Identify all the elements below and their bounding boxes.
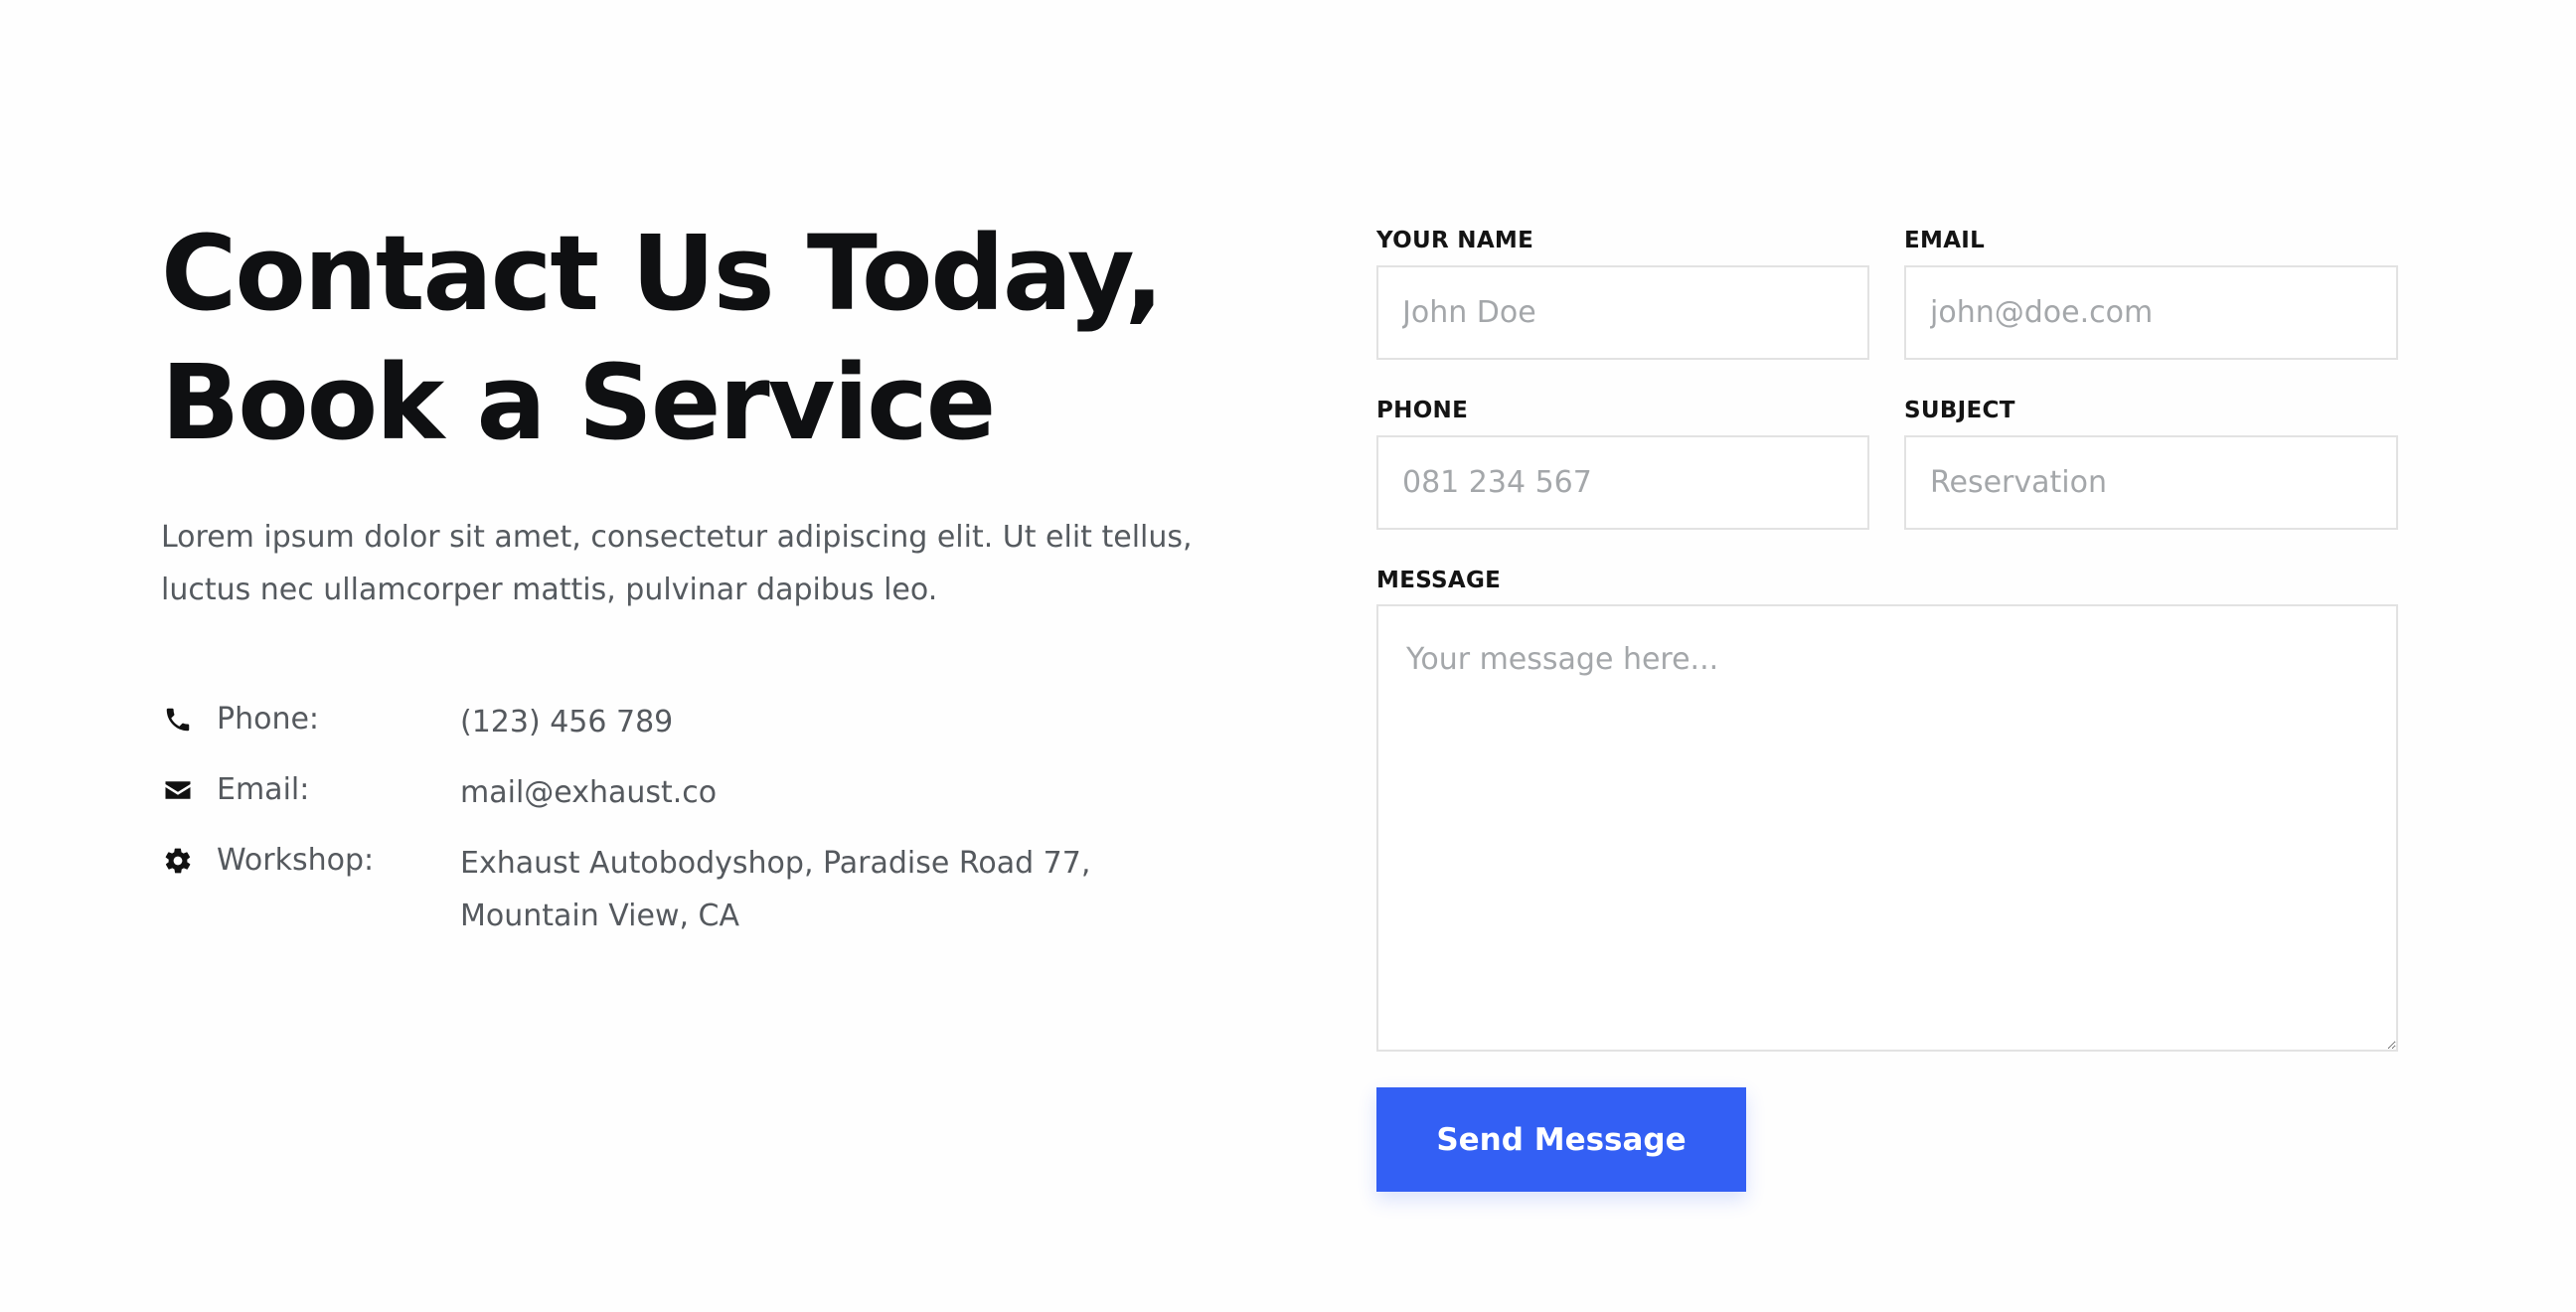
name-field-label: YOUR NAME (1376, 228, 1534, 253)
contact-item-workshop: Workshop: Exhaust Autobodyshop, Paradise… (161, 837, 1214, 946)
workshop-address-line-2: Mountain View, CA (460, 899, 740, 933)
headline-line-2: Book a Service (161, 342, 996, 463)
headline-line-1: Contact Us Today, (161, 213, 1164, 334)
envelope-icon (163, 775, 193, 805)
contact-info: Contact Us Today, Book a Service Lorem i… (161, 209, 1214, 962)
phone-value[interactable]: (123) 456 789 (460, 696, 673, 748)
phone-label: Phone: (217, 702, 320, 737)
intro-text: Lorem ipsum dolor sit amet, consectetur … (161, 511, 1234, 616)
subject-field-label: SUBJECT (1904, 398, 2015, 423)
intro-line-2: luctus nec ullamcorper mattis, pulvinar … (161, 573, 938, 607)
workshop-address: Exhaust Autobodyshop, Paradise Road 77, … (460, 837, 1090, 942)
contact-item-phone: Phone: (123) 456 789 (161, 696, 1214, 766)
send-message-button[interactable]: Send Message (1376, 1087, 1746, 1192)
gear-icon (163, 846, 193, 876)
phone-field-label: PHONE (1376, 398, 1469, 423)
workshop-label: Workshop: (217, 843, 375, 878)
phone-icon (163, 705, 193, 735)
phone-field[interactable] (1376, 435, 1869, 530)
page-title: Contact Us Today, Book a Service (161, 209, 1214, 467)
contact-section: Contact Us Today, Book a Service Lorem i… (0, 0, 2576, 1312)
email-field[interactable] (1904, 265, 2398, 360)
contact-details-list: Phone: (123) 456 789 Email: mail@exhaust… (161, 696, 1214, 946)
workshop-address-line-1: Exhaust Autobodyshop, Paradise Road 77, (460, 846, 1091, 881)
email-label: Email: (217, 772, 310, 807)
intro-line-1: Lorem ipsum dolor sit amet, consectetur … (161, 520, 1193, 555)
message-field[interactable] (1376, 604, 2398, 1052)
subject-field[interactable] (1904, 435, 2398, 530)
message-field-label: MESSAGE (1376, 568, 1502, 593)
email-value[interactable]: mail@exhaust.co (460, 766, 717, 819)
name-field[interactable] (1376, 265, 1869, 360)
email-field-label: EMAIL (1904, 228, 1986, 253)
contact-item-email: Email: mail@exhaust.co (161, 766, 1214, 837)
